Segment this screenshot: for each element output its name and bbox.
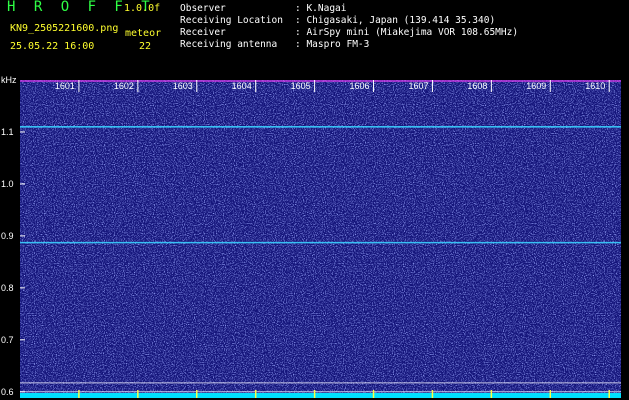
y-tick-label-0.8: 0.8 — [1, 282, 14, 293]
location-label: Receiving Location — [180, 15, 283, 26]
receiver-label: Receiver — [180, 27, 226, 38]
observer-value: : K.Nagai — [295, 3, 347, 14]
x-tick-label-1606: 1606 — [349, 81, 370, 91]
meteor-count: 22 — [139, 41, 152, 52]
x-tick-label-1608: 1608 — [467, 81, 488, 91]
spectrogram-svg — [20, 80, 621, 398]
hrofft-window: H R O F F T 1.0.0f KN9_2505221600.png me… — [0, 0, 629, 400]
x-tick-label-1602: 1602 — [113, 81, 134, 91]
observation-mode: meteor — [125, 28, 162, 39]
antenna-row: Receiving antenna : Maspro FM-3 — [180, 39, 369, 50]
antenna-value: : Maspro FM-3 — [295, 39, 370, 50]
x-tick-label-1601: 1601 — [54, 81, 75, 91]
y-axis-unit: kHz — [1, 75, 17, 85]
spectrogram-plot — [20, 80, 621, 398]
receiver-value: : AirSpy mini (Miakejima VOR 108.65MHz) — [295, 27, 519, 38]
x-tick-label-1609: 1609 — [526, 81, 547, 91]
timestamp: 25.05.22 16:00 — [10, 41, 95, 52]
receiver-row: Receiver : AirSpy mini (Miakejima VOR 108… — [180, 27, 518, 38]
noise-texture — [20, 80, 621, 398]
observer-label: Observer — [180, 3, 226, 14]
y-tick-label-0.9: 0.9 — [1, 230, 14, 241]
x-tick-label-1605: 1605 — [290, 81, 311, 91]
location-value: : Chigasaki, Japan (139.414 35.340) — [295, 15, 496, 26]
x-tick-label-1604: 1604 — [231, 81, 252, 91]
y-tick-label-1.1: 1.1 — [1, 126, 14, 137]
x-tick-label-1607: 1607 — [408, 81, 429, 91]
x-tick-label-1603: 1603 — [172, 81, 193, 91]
antenna-label: Receiving antenna — [180, 39, 278, 50]
y-tick-label-0.7: 0.7 — [1, 334, 14, 345]
observer-row: Observer : K.Nagai — [180, 3, 346, 14]
y-tick-label-1.0: 1.0 — [1, 178, 14, 189]
x-tick-label-1610: 1610 — [585, 81, 606, 91]
app-version: 1.0.0f — [124, 3, 161, 14]
y-tick-label-0.6: 0.6 — [1, 386, 14, 397]
image-filename: KN9_2505221600.png — [10, 23, 119, 34]
location-row: Receiving Location : Chigasaki, Japan (13… — [180, 15, 495, 26]
baseline-band — [20, 393, 621, 398]
